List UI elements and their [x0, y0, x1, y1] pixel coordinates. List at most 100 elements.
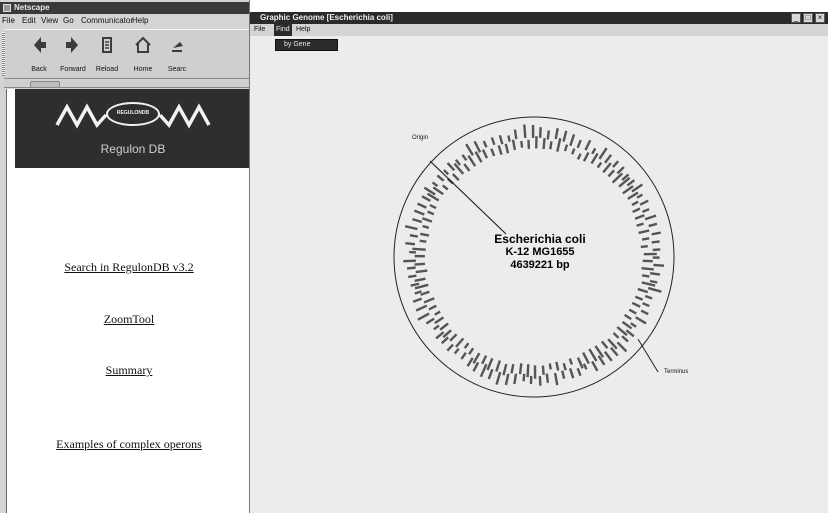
genome-menu-file[interactable]: File — [252, 24, 267, 36]
gene-bar — [641, 266, 654, 271]
gene-bar — [420, 290, 430, 296]
gene-bar — [472, 361, 480, 372]
organism-name: Escherichia coli — [494, 232, 586, 246]
menu-edit[interactable]: Edit — [22, 16, 36, 26]
gene-bar — [412, 217, 423, 224]
gene-bar — [410, 282, 420, 287]
gene-bar — [520, 140, 524, 148]
gene-bar — [542, 137, 546, 150]
gene-bar — [482, 140, 488, 148]
gene-bar — [498, 134, 504, 145]
gene-bar — [597, 355, 606, 366]
gene-bar — [636, 222, 644, 227]
find-by-gene-item[interactable]: by Gene — [284, 40, 310, 50]
menu-file[interactable]: File — [2, 16, 15, 26]
bookmark-tab-icon[interactable] — [30, 81, 60, 87]
gene-bar — [419, 239, 427, 243]
gene-bar — [611, 172, 624, 184]
gene-bar — [439, 322, 449, 331]
gene-bar — [576, 139, 582, 149]
menu-communicator[interactable]: Communicator — [81, 16, 133, 26]
gene-bar — [621, 320, 633, 330]
menu-go[interactable]: Go — [63, 16, 74, 26]
search-icon — [172, 42, 183, 52]
genome-size: 4639221 bp — [510, 259, 570, 271]
maximize-button[interactable]: □ — [803, 13, 813, 23]
summary-link[interactable]: Summary — [7, 362, 249, 378]
gene-bar — [616, 341, 628, 353]
genome-menu-find[interactable]: Find — [274, 24, 292, 36]
gene-bar — [576, 367, 582, 377]
gene-bar — [571, 148, 576, 155]
toolbar-grip[interactable] — [2, 32, 5, 76]
gene-bar — [513, 373, 518, 385]
gene-bar — [576, 357, 584, 369]
gene-bar — [463, 163, 471, 172]
gene-bar — [446, 162, 456, 172]
gene-bar — [446, 343, 454, 352]
gene-bar — [649, 279, 658, 284]
gene-bar — [481, 355, 488, 365]
close-button[interactable]: × — [815, 13, 825, 23]
gene-bar — [420, 232, 430, 237]
gene-bar — [472, 352, 481, 364]
gene-bar — [453, 347, 460, 355]
netscape-titlebar: Netscape — [0, 2, 249, 14]
gene-bar — [637, 287, 649, 294]
gene-bar — [440, 336, 450, 345]
complex-operons-link[interactable]: Examples of complex operons — [7, 436, 249, 452]
gene-bar — [610, 346, 619, 357]
gene-bar — [651, 240, 660, 244]
gene-bar — [626, 179, 636, 187]
gene-bar — [568, 367, 575, 379]
gene-bar — [634, 295, 644, 301]
genome-menu-help[interactable]: Help — [294, 24, 312, 36]
gene-bar — [641, 281, 656, 287]
gene-bar — [434, 316, 445, 325]
gene-bar — [641, 274, 650, 278]
netscape-window: Netscape File Edit View Go Communicator … — [0, 0, 250, 513]
forward-label: Forward — [60, 66, 86, 73]
search-regulondb-link[interactable]: Search in RegulonDB v3.2 — [7, 259, 249, 275]
gene-bar — [554, 128, 559, 140]
gene-bar — [507, 135, 511, 142]
menu-help[interactable]: Help — [132, 16, 148, 26]
gene-bar — [510, 363, 515, 374]
reload-icon — [102, 37, 112, 53]
gene-bar — [562, 130, 568, 142]
search-button[interactable]: Searc — [160, 32, 194, 76]
menu-view[interactable]: View — [41, 16, 58, 26]
gene-bar — [622, 185, 634, 195]
gene-bar — [623, 313, 632, 321]
gene-bar — [653, 263, 665, 267]
gene-bar — [546, 130, 551, 140]
reload-button[interactable]: Reload — [90, 32, 124, 76]
gene-bar — [433, 324, 440, 331]
minimize-button[interactable]: _ — [791, 13, 801, 23]
gene-bar — [607, 169, 615, 178]
gene-bar — [561, 370, 566, 379]
gene-bar — [651, 231, 661, 236]
gene-bar — [487, 368, 494, 380]
back-button[interactable]: Back — [22, 32, 56, 76]
gene-bar — [415, 269, 428, 274]
gene-bar — [434, 310, 441, 316]
gene-bar — [636, 193, 644, 199]
gene-bar — [621, 335, 629, 343]
gene-bar — [603, 350, 613, 362]
forward-arrow-icon — [66, 37, 78, 53]
home-button[interactable]: Home — [126, 32, 160, 76]
gene-bar — [425, 317, 435, 325]
gene-bar — [576, 153, 582, 160]
gene-bar — [647, 286, 662, 293]
zoomtool-link[interactable]: ZoomTool — [7, 311, 249, 327]
search-label: Searc — [167, 66, 187, 73]
gene-bar — [648, 222, 658, 228]
logo-text: REGULONDB — [116, 110, 150, 116]
page-content: REGULONDB Regulon DB Search in RegulonDB… — [6, 89, 249, 513]
gene-bar — [522, 373, 526, 382]
gene-bar — [495, 371, 502, 385]
forward-button[interactable]: Forward — [56, 32, 90, 76]
navigation-toolbar: Back Forward Reload Home Searc — [2, 29, 249, 79]
strain-name: K-12 MG1655 — [505, 246, 575, 258]
